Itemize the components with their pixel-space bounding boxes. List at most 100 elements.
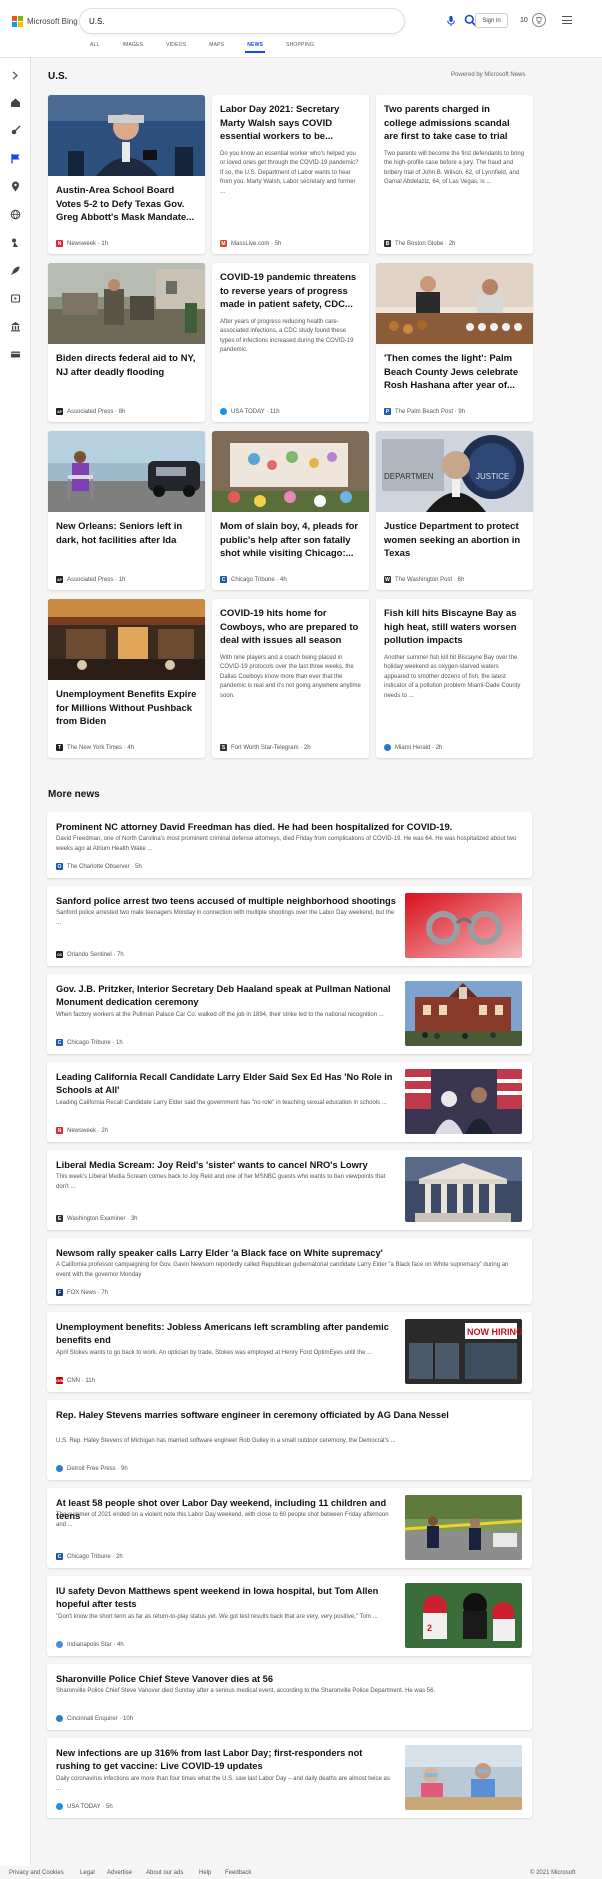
tab-all[interactable]: ALL (90, 42, 100, 52)
news-card-image[interactable] (212, 431, 369, 512)
source-name[interactable]: The New York Times (67, 745, 122, 751)
source-name[interactable]: Chicago Tribune (67, 1554, 111, 1560)
news-photo[interactable] (48, 95, 205, 176)
home-icon[interactable] (10, 97, 21, 108)
news-card[interactable]: Mom of slain boy, 4, pleads for public's… (212, 431, 369, 590)
news-photo[interactable] (376, 263, 533, 344)
news-photo[interactable]: DEPARTMEN JUSTICE (376, 431, 533, 512)
news-card[interactable]: New Orleans: Seniors left in dark, hot f… (48, 431, 205, 590)
source-name[interactable]: Newsweek (67, 1128, 96, 1134)
more-news-item[interactable]: IU safety Devon Matthews spent weekend i… (47, 1576, 532, 1656)
more-news-item[interactable]: Unemployment benefits: Jobless Americans… (47, 1312, 532, 1392)
source-name[interactable]: Indianapolis Star (67, 1642, 112, 1648)
news-photo[interactable] (405, 1495, 522, 1560)
source-name[interactable]: Associated Press (67, 409, 113, 415)
news-photo[interactable] (48, 263, 205, 344)
source-name[interactable]: The Charlotte Observer (67, 864, 130, 870)
news-photo[interactable]: 2 (405, 1583, 522, 1648)
more-news-title[interactable]: Gov. J.B. Pritzker, Interior Secretary D… (56, 983, 396, 1010)
source-name[interactable]: USA TODAY (231, 409, 265, 415)
more-news-image[interactable]: NOW HIRING (405, 1319, 522, 1384)
news-card-title[interactable]: Unemployment Benefits Expire for Million… (56, 688, 197, 729)
settings-menu-icon[interactable] (562, 16, 572, 24)
news-card[interactable]: Unemployment Benefits Expire for Million… (48, 599, 205, 758)
news-card-title[interactable]: Mom of slain boy, 4, pleads for public's… (220, 520, 361, 561)
more-news-item[interactable]: New infections are up 316% from last Lab… (47, 1738, 532, 1818)
news-card-title[interactable]: COVID-19 pandemic threatens to reverse y… (220, 271, 361, 312)
more-news-item[interactable]: Sanford police arrest two teens accused … (47, 886, 532, 966)
news-card[interactable]: Two parents charged in college admission… (376, 95, 533, 254)
more-news-image[interactable] (405, 1495, 522, 1560)
news-card-image[interactable]: DEPARTMEN JUSTICE (376, 431, 533, 512)
source-name[interactable]: The Boston Globe (395, 241, 443, 247)
rewards-points[interactable]: 10 (520, 17, 528, 24)
footer-link-help[interactable]: Help (199, 1870, 211, 1876)
news-card[interactable]: Labor Day 2021: Secretary Marty Walsh sa… (212, 95, 369, 254)
money-icon[interactable] (10, 349, 21, 360)
search-input[interactable] (89, 15, 359, 27)
more-news-title[interactable]: Unemployment benefits: Jobless Americans… (56, 1321, 396, 1348)
more-news-title[interactable]: IU safety Devon Matthews spent weekend i… (56, 1585, 396, 1612)
source-name[interactable]: Orlando Sentinel (67, 952, 112, 958)
source-name[interactable]: The Washington Post (395, 577, 452, 583)
science-icon[interactable] (10, 237, 21, 248)
news-card-title[interactable]: Biden directs federal aid to NY, NJ afte… (56, 352, 197, 393)
location-icon[interactable] (10, 181, 21, 192)
tab-videos[interactable]: VIDEOS (166, 42, 186, 52)
search-box[interactable] (80, 9, 477, 33)
more-news-image[interactable] (405, 1069, 522, 1134)
sign-in-button[interactable]: Sign in (475, 13, 508, 28)
more-news-title[interactable]: Leading California Recall Candidate Larr… (56, 1071, 396, 1098)
source-name[interactable]: Detroit Free Press (67, 1466, 116, 1472)
source-name[interactable]: Miami Herald (395, 745, 430, 751)
news-card-title[interactable]: Labor Day 2021: Secretary Marty Walsh sa… (220, 103, 361, 144)
entertainment-icon[interactable] (10, 293, 21, 304)
source-name[interactable]: Associated Press (67, 577, 113, 583)
more-news-item[interactable]: Prominent NC attorney David Freedman has… (47, 812, 532, 878)
flag-icon[interactable] (10, 153, 21, 164)
more-news-image[interactable]: 2 (405, 1583, 522, 1648)
news-photo[interactable] (405, 893, 522, 958)
more-news-item[interactable]: Rep. Haley Stevens marries software engi… (47, 1400, 532, 1480)
more-news-item[interactable]: Leading California Recall Candidate Larr… (47, 1062, 532, 1142)
news-card-title[interactable]: Fish kill hits Biscayne Bay as high heat… (384, 607, 525, 648)
news-card-image[interactable] (48, 431, 205, 512)
news-card[interactable]: Biden directs federal aid to NY, NJ afte… (48, 263, 205, 422)
more-news-title[interactable]: Rep. Haley Stevens marries software engi… (56, 1409, 521, 1422)
source-name[interactable]: The Palm Beach Post (395, 409, 453, 415)
news-photo[interactable] (48, 599, 205, 680)
footer-link-privacy-and-cookies[interactable]: Privacy and Cookies (9, 1870, 64, 1876)
more-news-title[interactable]: Liberal Media Scream: Joy Reid's 'sister… (56, 1159, 396, 1172)
news-card-image[interactable] (376, 263, 533, 344)
tab-news[interactable]: NEWS (245, 42, 265, 53)
news-card[interactable]: COVID-19 hits home for Cowboys, who are … (212, 599, 369, 758)
more-news-title[interactable]: Newsom rally speaker calls Larry Elder '… (56, 1247, 521, 1260)
news-card[interactable]: 'Then comes the light': Palm Beach Count… (376, 263, 533, 422)
more-news-title[interactable]: Sharonville Police Chief Steve Vanover d… (56, 1673, 521, 1686)
globe-icon[interactable] (10, 209, 21, 220)
news-photo[interactable] (48, 431, 205, 512)
news-card[interactable]: DEPARTMEN JUSTICE Justice Department to pr… (376, 431, 533, 590)
more-news-item[interactable]: Liberal Media Scream: Joy Reid's 'sister… (47, 1150, 532, 1230)
more-news-item[interactable]: At least 58 people shot over Labor Day w… (47, 1488, 532, 1568)
source-name[interactable]: Cincinnati Enquirer (67, 1716, 118, 1722)
news-card-image[interactable] (48, 263, 205, 344)
sports-icon[interactable] (10, 125, 21, 136)
news-photo[interactable] (405, 1069, 522, 1134)
source-name[interactable]: Chicago Tribune (231, 577, 275, 583)
more-news-image[interactable] (405, 1157, 522, 1222)
more-news-image[interactable] (405, 893, 522, 958)
footer-link-advertise[interactable]: Advertise (107, 1870, 132, 1876)
news-photo[interactable] (405, 1157, 522, 1222)
source-name[interactable]: CNN (67, 1378, 80, 1384)
menu-icon[interactable] (10, 70, 21, 81)
news-card-title[interactable]: 'Then comes the light': Palm Beach Count… (384, 352, 525, 393)
source-name[interactable]: MassLive.com (231, 241, 269, 247)
news-card-title[interactable]: COVID-19 hits home for Cowboys, who are … (220, 607, 361, 648)
source-name[interactable]: Fort Worth Star-Telegram (231, 745, 299, 751)
source-name[interactable]: USA TODAY (67, 1804, 101, 1810)
news-card[interactable]: COVID-19 pandemic threatens to reverse y… (212, 263, 369, 422)
source-name[interactable]: Newsweek (67, 241, 96, 247)
news-card-title[interactable]: New Orleans: Seniors left in dark, hot f… (56, 520, 197, 561)
source-name[interactable]: FOX News (67, 1290, 96, 1296)
